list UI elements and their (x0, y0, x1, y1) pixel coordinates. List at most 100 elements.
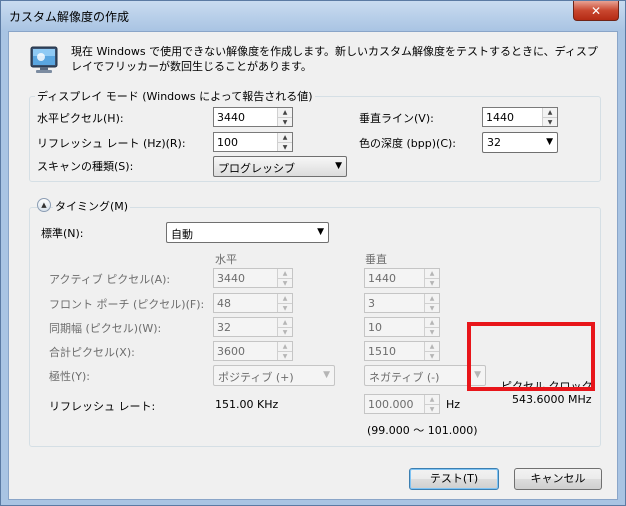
dialog-body: 現在 Windows で使用できない解像度を作成します。新しいカスタム解像度をテ… (8, 31, 618, 500)
polarity-label: 極性(Y): (49, 370, 91, 383)
spin-up-icon[interactable]: ▲ (425, 269, 439, 278)
front-porch-h-value: 48 (217, 297, 231, 310)
chevron-down-icon: ▼ (323, 370, 330, 380)
refresh-rate-stepper[interactable]: 100 ▲ ▼ (213, 132, 293, 152)
refresh-unit-label: Hz (446, 398, 461, 411)
close-icon: ✕ (590, 3, 602, 18)
vertical-refresh-stepper[interactable]: 100.000 ▲ ▼ (364, 394, 440, 414)
spin-up-icon[interactable]: ▲ (425, 318, 439, 327)
description-text: 現在 Windows で使用できない解像度を作成します。新しいカスタム解像度をテ… (71, 45, 598, 73)
color-depth-select[interactable]: 32 ▼ (482, 132, 558, 153)
polarity-v-value: ネガティブ (-) (369, 371, 440, 384)
front-porch-v-value: 3 (368, 297, 375, 310)
scan-type-select[interactable]: プログレッシブ ▼ (213, 156, 347, 177)
spin-up-icon[interactable]: ▲ (425, 395, 439, 404)
spin-up-icon[interactable]: ▲ (543, 108, 557, 117)
v-lines-value: 1440 (486, 111, 514, 124)
sync-width-h-value: 32 (217, 321, 231, 334)
polarity-h-value: ポジティブ (+) (218, 371, 294, 384)
chevron-down-icon: ▼ (317, 227, 324, 237)
spin-down-icon[interactable]: ▼ (425, 278, 439, 287)
active-pixels-h-stepper[interactable]: 3440 ▲ ▼ (213, 268, 293, 288)
front-porch-label: フロント ポーチ (ピクセル)(F): (49, 298, 205, 311)
window-title: カスタム解像度の作成 (9, 10, 130, 24)
stepper-arrows[interactable]: ▲ ▼ (277, 294, 292, 312)
horizontal-column-header: 水平 (215, 253, 237, 266)
total-pixels-v-stepper[interactable]: 1510 ▲ ▼ (364, 341, 440, 361)
spin-down-icon[interactable]: ▼ (425, 404, 439, 413)
spin-up-icon[interactable]: ▲ (278, 269, 292, 278)
front-porch-h-stepper[interactable]: 48 ▲ ▼ (213, 293, 293, 313)
refresh-rate-stepper-arrows[interactable]: ▲ ▼ (277, 133, 292, 151)
spin-down-icon[interactable]: ▼ (425, 351, 439, 360)
spin-up-icon[interactable]: ▲ (278, 294, 292, 303)
dialog-window: カスタム解像度の作成 ✕ 現在 Windows で使用できない解像度を作成します… (0, 0, 626, 506)
standard-select[interactable]: 自動 ▼ (166, 222, 329, 243)
chevron-down-icon: ▼ (335, 161, 342, 171)
stepper-arrows[interactable]: ▲ ▼ (277, 342, 292, 360)
polarity-h-select[interactable]: ポジティブ (+) ▼ (213, 365, 335, 386)
color-depth-value: 32 (487, 136, 501, 149)
timing-group-label[interactable]: タイミング(M) (53, 198, 131, 214)
refresh-range-text: (99.000 ～ 101.000) (367, 424, 478, 437)
standard-value: 自動 (171, 228, 193, 241)
stepper-arrows[interactable]: ▲ ▼ (277, 269, 292, 287)
spin-down-icon[interactable]: ▼ (278, 278, 292, 287)
spin-down-icon[interactable]: ▼ (425, 327, 439, 336)
spin-up-icon[interactable]: ▲ (278, 133, 292, 142)
v-lines-label: 垂直ライン(V): (359, 112, 434, 125)
chevron-down-icon: ▼ (546, 137, 553, 147)
refresh-rate-label: リフレッシュ レート (Hz)(R): (37, 137, 186, 150)
title-bar[interactable]: カスタム解像度の作成 ✕ (1, 1, 625, 31)
total-pixels-h-value: 3600 (217, 345, 245, 358)
active-pixels-v-stepper[interactable]: 1440 ▲ ▼ (364, 268, 440, 288)
pixel-clock-highlight (467, 322, 595, 391)
front-porch-v-stepper[interactable]: 3 ▲ ▼ (364, 293, 440, 313)
refresh-rate-value: 100 (217, 136, 238, 149)
v-lines-stepper-arrows[interactable]: ▲ ▼ (542, 108, 557, 126)
sync-width-v-stepper[interactable]: 10 ▲ ▼ (364, 317, 440, 337)
collapse-timing-icon[interactable]: ▲ (37, 198, 51, 212)
color-depth-label: 色の深度 (bpp)(C): (359, 137, 456, 150)
h-pixels-stepper-arrows[interactable]: ▲ ▼ (277, 108, 292, 126)
h-pixels-stepper[interactable]: 3440 ▲ ▼ (213, 107, 293, 127)
test-button[interactable]: テスト(T) (409, 468, 499, 490)
display-mode-group-label: ディスプレイ モード (Windows によって報告される値) (35, 88, 315, 104)
spin-down-icon[interactable]: ▼ (278, 327, 292, 336)
scan-type-label: スキャンの種類(S): (37, 160, 134, 173)
total-pixels-v-value: 1510 (368, 345, 396, 358)
stepper-arrows[interactable]: ▲ ▼ (277, 318, 292, 336)
v-lines-stepper[interactable]: 1440 ▲ ▼ (482, 107, 558, 127)
stepper-arrows[interactable]: ▲ ▼ (424, 318, 439, 336)
pixel-clock-value: 543.6000 MHz (512, 393, 592, 406)
vertical-column-header: 垂直 (365, 253, 387, 266)
spin-down-icon[interactable]: ▼ (278, 351, 292, 360)
stepper-arrows[interactable]: ▲ ▼ (424, 395, 439, 413)
spin-down-icon[interactable]: ▼ (278, 142, 292, 151)
spin-up-icon[interactable]: ▲ (425, 342, 439, 351)
spin-up-icon[interactable]: ▲ (278, 108, 292, 117)
stepper-arrows[interactable]: ▲ ▼ (424, 342, 439, 360)
spin-up-icon[interactable]: ▲ (425, 294, 439, 303)
spin-down-icon[interactable]: ▼ (425, 303, 439, 312)
standard-label: 標準(N): (41, 227, 84, 240)
total-pixels-label: 合計ピクセル(X): (49, 346, 135, 359)
spin-up-icon[interactable]: ▲ (278, 342, 292, 351)
scan-type-value: プログレッシブ (218, 162, 295, 175)
timing-refresh-label: リフレッシュ レート: (49, 400, 156, 413)
spin-up-icon[interactable]: ▲ (278, 318, 292, 327)
stepper-arrows[interactable]: ▲ ▼ (424, 294, 439, 312)
monitor-icon (30, 46, 58, 73)
close-button[interactable]: ✕ (573, 1, 619, 21)
spin-down-icon[interactable]: ▼ (543, 117, 557, 126)
stepper-arrows[interactable]: ▲ ▼ (424, 269, 439, 287)
cancel-button[interactable]: キャンセル (514, 468, 602, 490)
total-pixels-h-stepper[interactable]: 3600 ▲ ▼ (213, 341, 293, 361)
sync-width-label: 同期幅 (ピクセル)(W): (49, 322, 162, 335)
horizontal-refresh-value: 151.00 KHz (215, 398, 279, 411)
spin-down-icon[interactable]: ▼ (278, 303, 292, 312)
sync-width-h-stepper[interactable]: 32 ▲ ▼ (213, 317, 293, 337)
spin-down-icon[interactable]: ▼ (278, 117, 292, 126)
sync-width-v-value: 10 (368, 321, 382, 334)
vertical-refresh-value: 100.000 (368, 398, 414, 411)
